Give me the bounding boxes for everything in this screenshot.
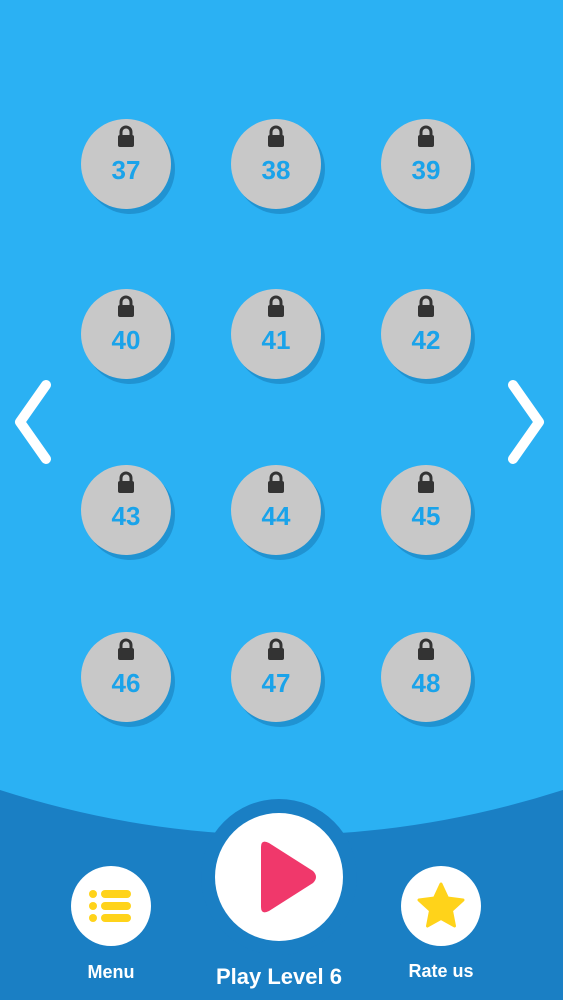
chevron-left-icon (15, 380, 51, 464)
level-button-42[interactable]: 42 (381, 289, 471, 379)
lock-icon (268, 125, 284, 147)
play-level-label: Play Level 6 (216, 964, 342, 989)
list-icon (89, 890, 131, 922)
chevron-right-icon (508, 380, 544, 464)
lock-icon (418, 125, 434, 147)
level-number: 39 (411, 155, 441, 185)
level-button-37[interactable]: 37 (81, 119, 171, 209)
play-level-button[interactable] (215, 813, 343, 941)
level-number: 37 (111, 155, 141, 185)
level-number: 41 (261, 325, 291, 355)
menu-button[interactable] (71, 866, 151, 946)
level-number: 44 (261, 501, 291, 531)
level-number: 38 (261, 155, 291, 185)
level-button-39[interactable]: 39 (381, 119, 471, 209)
lock-icon (268, 295, 284, 317)
lock-icon (418, 638, 434, 660)
rate-us-label: Rate us (408, 961, 474, 981)
star-icon (417, 882, 465, 928)
lock-icon (118, 638, 134, 660)
level-button-40[interactable]: 40 (81, 289, 171, 379)
play-icon (261, 841, 316, 913)
lock-icon (118, 125, 134, 147)
level-button-43[interactable]: 43 (81, 465, 171, 555)
lock-icon (418, 471, 434, 493)
previous-page-button[interactable] (8, 377, 58, 467)
menu-label: Menu (87, 962, 135, 982)
level-number: 48 (411, 668, 441, 698)
lock-icon (418, 295, 434, 317)
lock-icon (118, 471, 134, 493)
level-button-46[interactable]: 46 (81, 632, 171, 722)
level-number: 46 (111, 668, 141, 698)
level-number: 42 (411, 325, 441, 355)
level-number: 45 (411, 501, 441, 531)
level-button-45[interactable]: 45 (381, 465, 471, 555)
next-page-button[interactable] (503, 377, 553, 467)
level-grid: 37 38 39 40 41 42 43 44 45 46 47 48 (0, 0, 563, 760)
level-button-48[interactable]: 48 (381, 632, 471, 722)
level-number: 47 (261, 668, 291, 698)
level-number: 43 (111, 501, 141, 531)
level-button-41[interactable]: 41 (231, 289, 321, 379)
level-button-44[interactable]: 44 (231, 465, 321, 555)
lock-icon (268, 638, 284, 660)
lock-icon (268, 471, 284, 493)
lock-icon (118, 295, 134, 317)
bottom-action-bar: Menu Play Level 6 Rate us (0, 760, 563, 1000)
rate-us-button[interactable] (401, 866, 481, 946)
level-button-47[interactable]: 47 (231, 632, 321, 722)
level-button-38[interactable]: 38 (231, 119, 321, 209)
level-number: 40 (111, 325, 141, 355)
